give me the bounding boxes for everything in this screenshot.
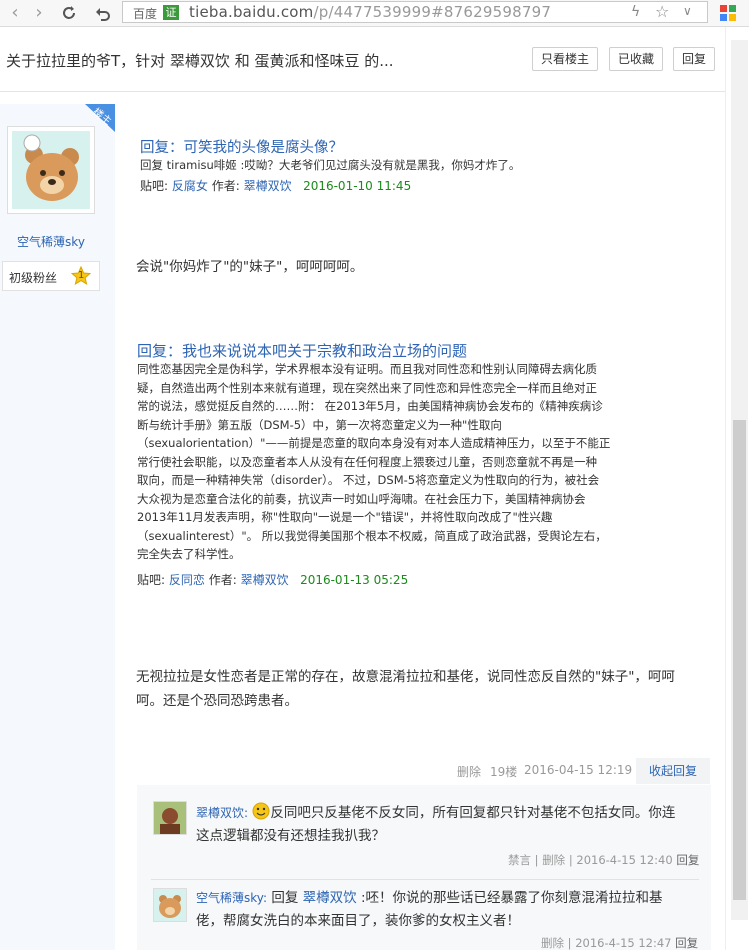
delete-link[interactable]: 删除 [457,763,481,780]
star-icon[interactable]: ☆ [655,2,669,21]
apps-icon[interactable] [719,4,739,22]
post-date: 2016-04-15 12:19 [524,763,633,777]
undo-icon[interactable] [92,2,114,24]
delete-link[interactable]: 删除 [541,936,564,950]
quote2-line: 同性恋基因完全是伪科学，学术界根本没有证明。而且我对同性恋和性别认同障碍去病化质 [137,362,597,376]
browser-toolbar: ‹ › 百度 证 tieba.baidu.com/p/4477539999#87… [0,0,749,27]
avatar[interactable] [7,126,95,214]
quote1-author-link[interactable]: 翠樽双饮 [244,179,292,193]
author-name[interactable]: 空气稀薄sky [0,233,102,250]
scrollbar-thumb[interactable] [733,420,746,900]
address-bar[interactable]: 百度 证 tieba.baidu.com/p/4477539999#876295… [122,1,708,23]
quote2-line: 2013年11月发表声明，称"性取向"一说是一个"错误"，并将性取向改成了"性兴… [137,510,553,524]
verified-badge: 证 [163,5,179,20]
url-brand: 百度 [133,7,158,21]
delete-link[interactable]: 删除 [542,853,565,867]
url-text: tieba.baidu.com/p/4477539999#87629598797 [189,3,552,21]
reply-avatar[interactable] [153,888,187,922]
quote2-line: 取向，而是一种精神失常（disorder）。 不过，DSM-5将恋童定义为性取向… [137,473,600,487]
reply-button[interactable]: 回复 [673,47,715,71]
quote2-bar-link[interactable]: 反同恋 [169,573,205,587]
quote1-title[interactable]: 回复：可笑我的头像是腐头像？ [140,136,343,157]
quote2-line: 常行使社会职能，以及恋童者本人从没有在任何程度上猥亵过儿童，否则恋童就不再是一种 [137,454,597,469]
quote1-bar-link[interactable]: 反腐女 [172,179,208,193]
reply-2-user[interactable]: 空气稀薄sky: [196,891,267,905]
author-sidebar [0,104,115,950]
reply-1: 翠樽双饮: 反同吧只反基佬不反女同，所有回复都只针对基佬不包括女同。你连 这点逻… [196,802,696,848]
fan-level-badge[interactable]: 初级粉丝 1 [2,261,100,291]
post-text-2: 无视拉拉是女性恋者是正常的存在，故意混淆拉拉和基佬，说同性恋反自然的"妹子"，呵… [136,669,675,709]
flash-icon[interactable]: ϟ [631,4,640,20]
saved-button[interactable]: 已收藏 [609,47,663,71]
reply-2-tail: 删除 | 2016-4-15 12:47 回复 [541,936,699,950]
quote2-title[interactable]: 回复：我也来说说本吧关于宗教和政治立场的问题 [137,340,467,361]
level-label: 初级粉丝 [9,271,58,285]
quote2-meta: 贴吧: 反同恋 作者: 翠樽双饮 2016-01-13 05:25 [137,573,409,587]
forward-icon[interactable]: › [28,2,50,24]
quote2-body: 同性恋基因完全是伪科学，学术界根本没有证明。而且我对同性恋和性别认同障碍去病化质… [137,360,677,564]
only-op-button[interactable]: 只看楼主 [532,47,598,71]
reply-1-tail: 禁言 | 删除 | 2016-4-15 12:40 回复 [508,853,700,867]
smile-emoji-icon [252,802,270,820]
ban-link[interactable]: 禁言 [508,853,531,867]
quote2-line: （sexualinterest）"。 所以我觉得美国那个根本不权威，简直成了政治… [137,528,607,543]
reply-2-target[interactable]: 翠樽双饮 [303,890,357,906]
back-icon[interactable]: ‹ [4,2,26,24]
reply-2: 空气稀薄sky: 回复 翠樽双饮 :呸！你说的那些话已经暴露了你刻意混淆拉拉和基… [196,890,663,929]
quote2-author-link[interactable]: 翠樽双饮 [241,573,289,587]
quote2-line: 大众视为是恋童合法化的前奏，抗议声一时如山呼海啸。在社会压力下，美国精神病协会 [137,491,586,506]
reply-avatar[interactable] [153,801,187,835]
quote2-line: 常的说法，感觉挺反自然的……附： 在2013年5月，由美国精神病协会发布的《精神… [137,399,603,413]
star-level-icon: 1 [70,265,92,286]
reply-1-user[interactable]: 翠樽双饮: [196,806,248,820]
thread-title: 关于拉拉里的爷T，针对 翠樽双饮 和 蛋黄派和怪味豆 的... [6,52,394,70]
quote2-line: （sexualorientation）"——前提是恋童的取向本身没有对本人造成精… [137,436,611,450]
floor-number: 19楼 [490,765,518,779]
bear-avatar-icon [12,131,90,209]
quote2-line: 完全失去了科学性。 [137,547,241,561]
quote1-body: 回复 tiramisu啡姬 :哎呦？大老爷们见过腐头没有就是黑我，你妈才炸了。 [140,158,521,172]
collapse-replies-button[interactable]: 收起回复 [636,758,710,784]
sub-replies: 翠樽双饮: 反同吧只反基佬不反女同，所有回复都只针对基佬不包括女同。你连 这点逻… [137,785,711,950]
divider [151,879,699,880]
reload-icon[interactable] [58,2,80,24]
divider [0,91,725,92]
post-text-1: 会说"你妈炸了"的"妹子"，呵呵呵呵。 [136,259,364,275]
reply-link[interactable]: 回复 [676,853,699,867]
reply-link[interactable]: 回复 [675,936,698,950]
quote2-line: 断与统计手册》第五版（DSM-5）中，第一次将恋童定义为一种"性取向 [137,417,502,432]
quote1-meta: 贴吧: 反腐女 作者: 翠樽双饮 2016-01-10 11:45 [140,179,412,193]
chevron-down-icon[interactable]: ∨ [683,4,692,18]
quote2-line: 疑，自然造出两个性别本来就有道理，现在突然出来了同性恋和异性恋完全一样而且绝对正 [137,380,597,395]
